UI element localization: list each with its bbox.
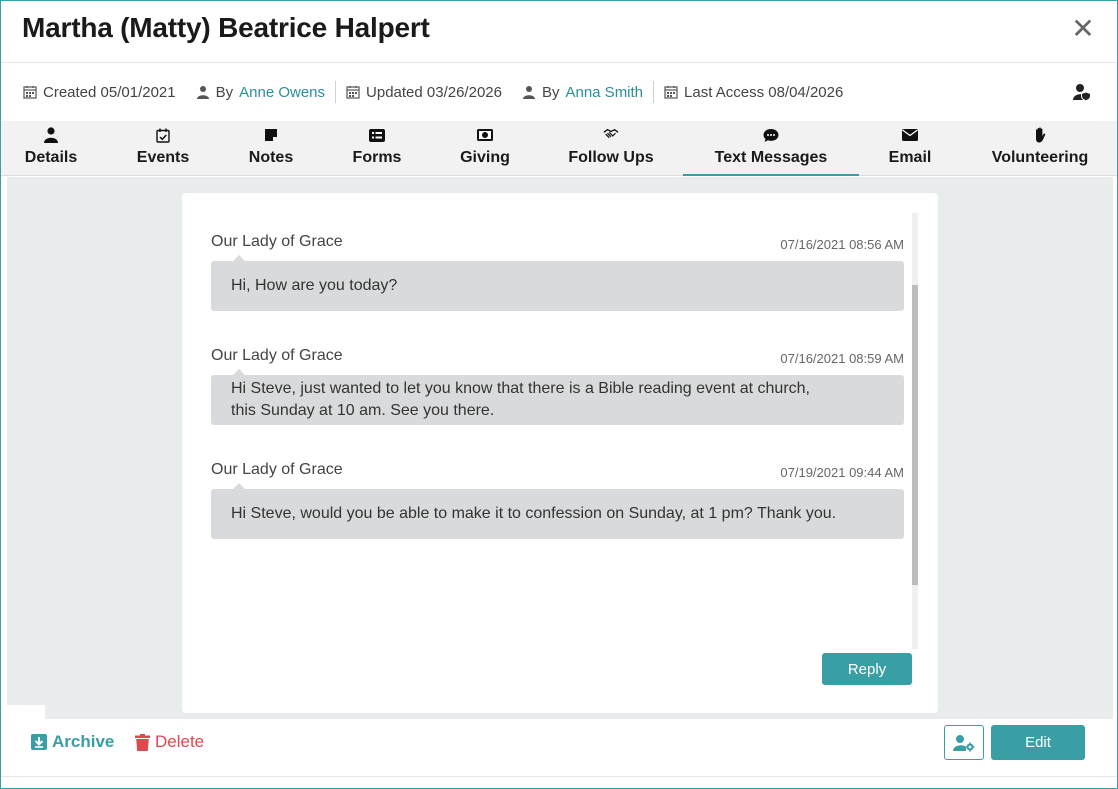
- archive-download-icon: [31, 734, 47, 750]
- updated-by-prefix: By: [541, 83, 560, 101]
- text-messages-panel: Our Lady of Grace 07/16/2021 08:56 AM Hi…: [7, 177, 1113, 719]
- tab-label: Volunteering: [991, 149, 1089, 166]
- tab-label: Events: [136, 149, 190, 166]
- tab-forms[interactable]: Forms: [343, 121, 411, 176]
- calendar-icon: [23, 86, 37, 99]
- tab-label: Text Messages: [714, 149, 828, 166]
- money-icon: [477, 129, 493, 141]
- delete-button[interactable]: Delete: [135, 732, 204, 752]
- close-icon: ✕: [1071, 13, 1095, 44]
- message-bubble: Hi Steve, just wanted to let you know th…: [211, 369, 904, 425]
- tab-label: Giving: [460, 149, 510, 166]
- updated-date: Updated 03/26/2026: [366, 83, 502, 101]
- person-modal: Martha (Matty) Beatrice Halpert ✕ Create…: [0, 0, 1118, 789]
- footer-notch: [7, 705, 45, 719]
- scrollbar[interactable]: [912, 213, 918, 649]
- envelope-icon: [902, 129, 918, 141]
- tab-notes[interactable]: Notes: [237, 121, 305, 176]
- tab-email[interactable]: Email: [877, 121, 943, 176]
- created-date: Created 05/01/2021: [43, 83, 176, 101]
- calendar-check-icon: [156, 128, 170, 143]
- updated-by: By Anna Smith: [522, 84, 643, 101]
- trash-icon: [135, 733, 150, 751]
- message-timestamp: 07/19/2021 09:44 AM: [780, 465, 904, 480]
- message-bubble: Hi, How are you today?: [211, 255, 904, 311]
- edit-button[interactable]: Edit: [991, 725, 1085, 760]
- message-bubble: Hi Steve, would you be able to make it t…: [211, 483, 904, 539]
- note-icon: [265, 129, 277, 141]
- person-icon: [44, 127, 58, 143]
- last-access-date: Last Access 08/04/2026: [684, 83, 844, 101]
- tab-events[interactable]: Events: [129, 121, 197, 176]
- divider: [653, 81, 655, 103]
- created-by-prefix: By: [215, 83, 234, 101]
- reply-button[interactable]: Reply: [822, 653, 912, 685]
- tab-follow-ups[interactable]: Follow Ups: [563, 121, 659, 176]
- calendar-icon: [346, 86, 360, 99]
- scrollbar-thumb[interactable]: [912, 285, 918, 585]
- calendar-icon: [664, 86, 678, 99]
- tab-label: Details: [24, 149, 78, 166]
- archive-button[interactable]: Archive: [31, 732, 114, 752]
- tab-label: Forms: [352, 149, 402, 166]
- hand-icon: [1036, 127, 1046, 143]
- message-timestamp: 07/16/2021 08:59 AM: [780, 351, 904, 366]
- message-sender: Our Lady of Grace: [211, 347, 343, 364]
- tab-label: Notes: [248, 149, 294, 166]
- created-by: By Anne Owens: [196, 84, 325, 101]
- message-thread: Our Lady of Grace 07/16/2021 08:56 AM Hi…: [182, 193, 938, 713]
- tab-details[interactable]: Details: [17, 121, 85, 176]
- updated-by-link[interactable]: Anna Smith: [565, 84, 643, 101]
- message-text: Hi Steve, would you be able to make it t…: [231, 505, 837, 522]
- tab-text-messages[interactable]: Text Messages: [683, 121, 859, 176]
- user-settings-button[interactable]: [944, 725, 984, 760]
- user-icon: [196, 86, 209, 99]
- created-by-link[interactable]: Anne Owens: [239, 84, 325, 101]
- message-timestamp: 07/16/2021 08:56 AM: [780, 237, 904, 252]
- user-shield-icon[interactable]: [1073, 83, 1091, 101]
- user-icon: [522, 86, 535, 99]
- handshake-icon: [603, 128, 619, 139]
- modal-footer: Archive Delete Edit: [1, 705, 1117, 777]
- divider: [335, 81, 337, 103]
- tab-label: Email: [888, 149, 932, 166]
- tab-giving[interactable]: Giving: [449, 121, 521, 176]
- message-text: Hi, How are you today?: [231, 277, 398, 294]
- user-gear-icon: [953, 734, 975, 751]
- last-access-info: Last Access 08/04/2026: [664, 84, 843, 101]
- page-title: Martha (Matty) Beatrice Halpert: [22, 12, 430, 43]
- updated-info: Updated 03/26/2026: [346, 84, 502, 101]
- chat-icon: [763, 128, 779, 142]
- archive-label: Archive: [52, 732, 115, 751]
- close-button[interactable]: ✕: [1071, 15, 1095, 43]
- message-sender: Our Lady of Grace: [211, 461, 343, 478]
- tab-label: Follow Ups: [568, 149, 654, 166]
- form-icon: [369, 128, 385, 142]
- modal-header: Martha (Matty) Beatrice Halpert ✕: [1, 1, 1117, 63]
- created-info: Created 05/01/2021: [23, 84, 176, 101]
- record-meta-bar: Created 05/01/2021 By Anne Owens Updated…: [1, 64, 1117, 120]
- message-sender: Our Lady of Grace: [211, 233, 343, 250]
- delete-label: Delete: [155, 732, 205, 751]
- tab-volunteering[interactable]: Volunteering: [987, 121, 1093, 176]
- message-text: Hi Steve, just wanted to let you know th…: [231, 380, 810, 419]
- tab-bar: Details Events Notes Forms Giving Follow…: [1, 121, 1117, 176]
